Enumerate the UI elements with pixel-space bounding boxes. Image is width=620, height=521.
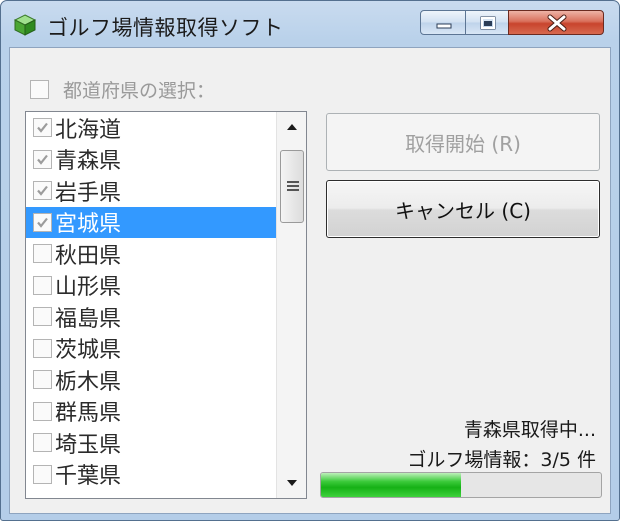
prefecture-label: 北海道 [55, 117, 122, 143]
prefecture-label: 岩手県 [55, 180, 122, 206]
select-all-checkbox[interactable] [30, 79, 49, 99]
select-all-label: 都道府県の選択： [63, 79, 216, 102]
client-area: 都道府県の選択： 北海道青森県岩手県宮城県秋田県山形県福島県茨城県栃木県群馬県埼… [9, 47, 611, 514]
prefecture-checkbox[interactable] [33, 275, 52, 295]
window-title: ゴルフ場情報取得ソフト [47, 16, 284, 40]
status-current: 青森県取得中... [463, 419, 596, 441]
list-item[interactable]: 宮城県 [26, 206, 276, 238]
maximize-button[interactable] [465, 10, 509, 35]
maximize-icon [480, 16, 496, 30]
title-bar[interactable]: ゴルフ場情報取得ソフト [1, 1, 619, 47]
close-icon [547, 14, 567, 32]
list-item[interactable]: 群馬県 [26, 396, 276, 428]
main-window: ゴルフ場情報取得ソフト 都道府県の選択： 北海道 青森県 岩手県宮城県 秋田県 … [0, 0, 620, 521]
scroll-up-button[interactable] [277, 112, 306, 142]
prefecture-checkbox[interactable] [33, 433, 52, 453]
minimize-icon [436, 23, 452, 29]
prefecture-checkbox[interactable] [33, 370, 52, 390]
prefecture-label: 千葉県 [55, 464, 122, 490]
checkmark-icon [37, 217, 48, 228]
checkmark-icon [37, 186, 48, 196]
arrow-down-icon [287, 480, 297, 486]
prefecture-label: 青森県 [55, 149, 122, 175]
green-cube-icon [13, 13, 37, 37]
scroll-thumb[interactable] [280, 150, 304, 223]
prefecture-label: 宮城県 [55, 212, 122, 238]
list-item[interactable]: 青森県 [26, 144, 276, 176]
list-item[interactable]: 埼玉県 [26, 427, 276, 459]
list-item[interactable]: 茨城県 [26, 333, 276, 365]
prefecture-label: 栃木県 [55, 369, 122, 395]
progress-fill [321, 473, 461, 497]
list-item[interactable]: 北海道 [26, 112, 276, 144]
start-button[interactable]: 取得開始 (R) [326, 113, 600, 171]
prefecture-checkbox[interactable] [33, 338, 52, 358]
list-item[interactable]: 千葉県 [26, 459, 276, 491]
prefecture-listbox[interactable]: 北海道青森県岩手県宮城県秋田県山形県福島県茨城県栃木県群馬県埼玉県千葉県 [25, 111, 307, 499]
grip-icon [287, 181, 299, 191]
checkmark-icon [37, 123, 48, 133]
prefecture-label: 秋田県 [55, 243, 122, 269]
prefecture-checkbox[interactable] [33, 149, 52, 169]
minimize-button[interactable] [420, 10, 466, 35]
prefecture-label: 茨城県 [55, 338, 122, 364]
prefecture-list: 北海道青森県岩手県宮城県秋田県山形県福島県茨城県栃木県群馬県埼玉県千葉県 [26, 112, 276, 490]
close-button[interactable] [508, 10, 604, 35]
prefecture-checkbox[interactable] [33, 464, 52, 484]
status-count: ゴルフ場情報：3/5 件 [407, 449, 596, 471]
prefecture-label: 埼玉県 [55, 432, 122, 458]
prefecture-checkbox[interactable] [33, 307, 52, 327]
prefecture-checkbox[interactable] [33, 212, 52, 232]
prefecture-checkbox[interactable] [33, 181, 52, 201]
scroll-down-button[interactable] [277, 468, 306, 498]
prefecture-checkbox[interactable] [33, 401, 52, 421]
list-item[interactable]: 栃木県 [26, 364, 276, 396]
prefecture-label: 山形県 [55, 275, 122, 301]
prefecture-label: 福島県 [55, 306, 122, 332]
vertical-scrollbar[interactable] [276, 112, 306, 498]
prefecture-checkbox[interactable] [33, 118, 52, 138]
list-item[interactable]: 福島県 [26, 301, 276, 333]
cancel-button[interactable]: キャンセル (C) [326, 180, 600, 238]
arrow-up-icon [287, 124, 297, 130]
list-item[interactable]: 秋田県 [26, 238, 276, 270]
select-all-row: 都道府県の選択： [30, 76, 215, 102]
checkmark-icon [37, 154, 48, 165]
prefecture-label: 群馬県 [55, 401, 122, 427]
list-item[interactable]: 山形県 [26, 270, 276, 302]
progress-bar [320, 472, 602, 498]
prefecture-checkbox[interactable] [33, 244, 52, 264]
list-item[interactable]: 岩手県 [26, 175, 276, 207]
